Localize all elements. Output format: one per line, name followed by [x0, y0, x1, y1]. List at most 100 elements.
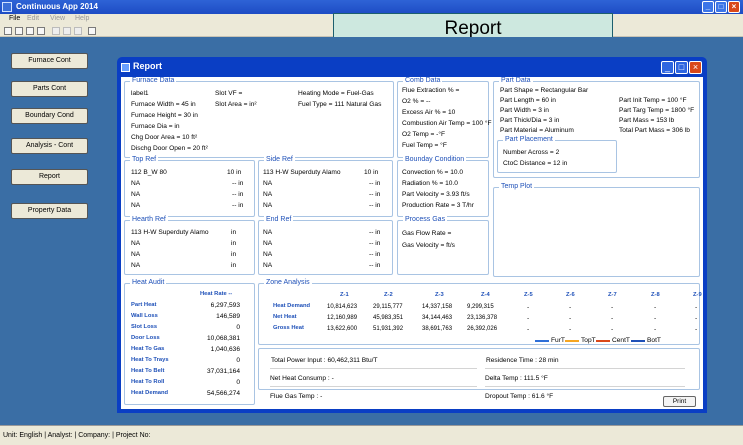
- hearth-ref-name: NA: [131, 262, 141, 269]
- end-ref-title: End Ref: [264, 216, 294, 223]
- side-ref-title: Side Ref: [264, 156, 295, 163]
- part-line: Total Part Mass = 306 lb: [619, 127, 690, 134]
- comb-line: Fuel Temp = °F: [402, 142, 447, 149]
- sidebar: Furnace Cont Parts Cont Boundary Cond An…: [0, 37, 97, 425]
- copy-icon[interactable]: [63, 27, 71, 35]
- report-close-icon[interactable]: ×: [689, 61, 702, 74]
- report-minimize-icon[interactable]: _: [661, 61, 674, 74]
- boundary-condition-title: Bounday Condition: [403, 156, 467, 163]
- heat-audit-value: 146,589: [216, 313, 240, 320]
- hearth-ref-title: Hearth Ref: [130, 216, 168, 223]
- hearth-ref-name: NA: [131, 240, 141, 247]
- side-ref-thick: -- in: [369, 202, 381, 209]
- menu-edit[interactable]: Edit: [27, 15, 39, 22]
- side-ref-name: NA: [263, 180, 273, 187]
- new-icon[interactable]: [4, 27, 12, 35]
- save-icon[interactable]: [26, 27, 34, 35]
- report-button[interactable]: Report: [11, 169, 88, 185]
- summary-divider: [485, 386, 685, 387]
- minimize-icon[interactable]: _: [702, 1, 714, 13]
- zone-col-header: Z-2: [384, 292, 393, 298]
- help-icon[interactable]: [88, 27, 96, 35]
- end-ref-name: NA: [263, 262, 273, 269]
- heat-audit-label: Heat To Trays: [131, 357, 169, 363]
- open-icon[interactable]: [15, 27, 23, 35]
- zone-cell: 13,622,600: [327, 326, 358, 332]
- analysis-cont-button[interactable]: Analysis - Cont: [11, 138, 88, 154]
- heat-audit-value: 37,031,164: [206, 368, 240, 375]
- process-gas-line: Gas Velocity = ft/s: [402, 242, 455, 249]
- part-line: Part Init Temp = 100 °F: [619, 97, 687, 104]
- maximize-icon[interactable]: □: [715, 1, 727, 13]
- report-window: Report _ □ × Furnace Data label1 Slot VF…: [117, 57, 707, 413]
- part-line: Part Width = 3 in: [500, 107, 549, 114]
- furnace-height: Furnace Height = 30 in: [131, 112, 198, 119]
- zone-col-header: Z-4: [481, 292, 490, 298]
- summary-divider: [485, 368, 685, 369]
- print-button[interactable]: Print: [663, 396, 696, 407]
- top-ref-thick: -- in: [232, 202, 244, 209]
- heat-audit-label: Wall Loss: [131, 313, 158, 319]
- app-title: Continuous App 2014: [16, 2, 98, 11]
- furnace-label: label1: [131, 90, 149, 97]
- boundary-cond-button[interactable]: Boundary Cond: [11, 108, 88, 124]
- zone-cell: -: [611, 304, 614, 311]
- hearth-ref-thick: in: [231, 240, 237, 247]
- furnace-cont-button[interactable]: Furnace Cont: [11, 53, 88, 69]
- zone-cell: 14,337,158: [422, 304, 453, 310]
- zone-cell: 9,299,315: [467, 304, 494, 310]
- close-icon[interactable]: ×: [728, 1, 740, 13]
- zone-cell: 45,983,351: [373, 315, 404, 321]
- hearth-ref-name: 113 H-W Superduty Alamo: [131, 229, 209, 236]
- property-data-button[interactable]: Property Data: [11, 203, 88, 219]
- zone-cell: -: [611, 315, 614, 322]
- zone-cell: -: [569, 326, 572, 333]
- furnace-data-group: Furnace Data label1 Slot VF = Heating Mo…: [124, 77, 394, 158]
- top-ref-name: NA: [131, 202, 141, 209]
- zone-col-header: Z-3: [435, 292, 444, 298]
- zone-col-header: Z-1: [340, 292, 349, 298]
- side-ref-name: 113 H-W Superduty Alamo: [263, 169, 341, 176]
- part-line: Part Thick/Dia = 3 in: [500, 117, 560, 124]
- furnace-dia: Furnace Dia = in: [131, 123, 180, 130]
- temp-plot-group: Temp Plot: [493, 183, 700, 277]
- part-placement-group: Part Placement Number Across = 2 CtoC Di…: [497, 136, 617, 173]
- menu-view[interactable]: View: [50, 15, 65, 22]
- comb-line: Flue Extraction % =: [402, 87, 460, 94]
- heat-audit-value: 10,068,381: [206, 335, 240, 342]
- heat-rate-header: Heat Rate --: [200, 291, 233, 297]
- comb-line: Excess Air % = 10: [402, 109, 456, 116]
- part-line: Part Mass = 153 lb: [619, 117, 675, 124]
- menu-file[interactable]: File: [9, 15, 20, 22]
- cut-icon[interactable]: [52, 27, 60, 35]
- parts-cont-button[interactable]: Parts Cont: [11, 81, 88, 97]
- top-ref-name: NA: [131, 180, 141, 187]
- paste-icon[interactable]: [74, 27, 82, 35]
- zone-analysis-title: Zone Analysis: [264, 279, 312, 286]
- heat-audit-value: 0: [236, 324, 240, 331]
- comb-line: O2 Temp = -°F: [402, 131, 446, 138]
- zone-cell: -: [695, 326, 698, 333]
- process-gas-title: Process Gas: [403, 216, 448, 223]
- menu-help[interactable]: Help: [75, 15, 89, 22]
- zone-cell: -: [654, 304, 657, 311]
- bc-line: Production Rate = 3 T/hr: [402, 202, 474, 209]
- side-ref-thick: 10 in: [364, 169, 379, 176]
- summary-divider: [270, 368, 477, 369]
- print-icon[interactable]: [37, 27, 45, 35]
- report-window-title: Report: [133, 61, 162, 71]
- top-ref-name: 112 B_W 80: [131, 169, 167, 176]
- heat-audit-label: Part Heat: [131, 302, 157, 308]
- heat-audit-label: Slot Loss: [131, 324, 158, 330]
- app-icon: [2, 2, 12, 12]
- report-window-icon: [121, 63, 130, 72]
- zone-col-header: Z-7: [608, 292, 617, 298]
- report-maximize-icon[interactable]: □: [675, 61, 688, 74]
- zone-cell: -: [569, 315, 572, 322]
- zone-cell: 51,931,392: [373, 326, 404, 332]
- heat-audit-label: Heat To Gas: [131, 346, 165, 352]
- bc-line: Convection % = 10.0: [402, 169, 464, 176]
- zone-cell: -: [527, 326, 530, 333]
- hearth-ref-group: Hearth Ref 113 H-W Superduty Alamo in NA…: [124, 216, 255, 275]
- report-body: Furnace Data label1 Slot VF = Heating Mo…: [121, 77, 703, 409]
